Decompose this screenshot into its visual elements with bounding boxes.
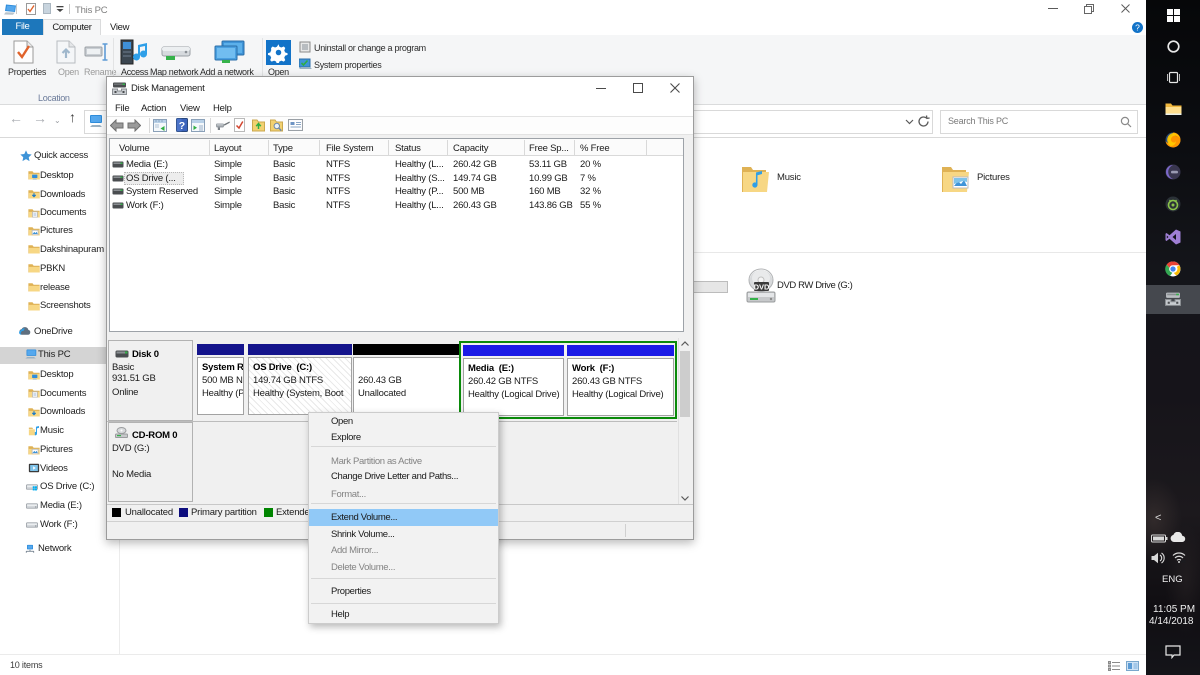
svg-text:DVD: DVD xyxy=(754,283,770,292)
svg-text:?: ? xyxy=(1135,22,1140,32)
svg-text:?: ? xyxy=(179,120,185,132)
